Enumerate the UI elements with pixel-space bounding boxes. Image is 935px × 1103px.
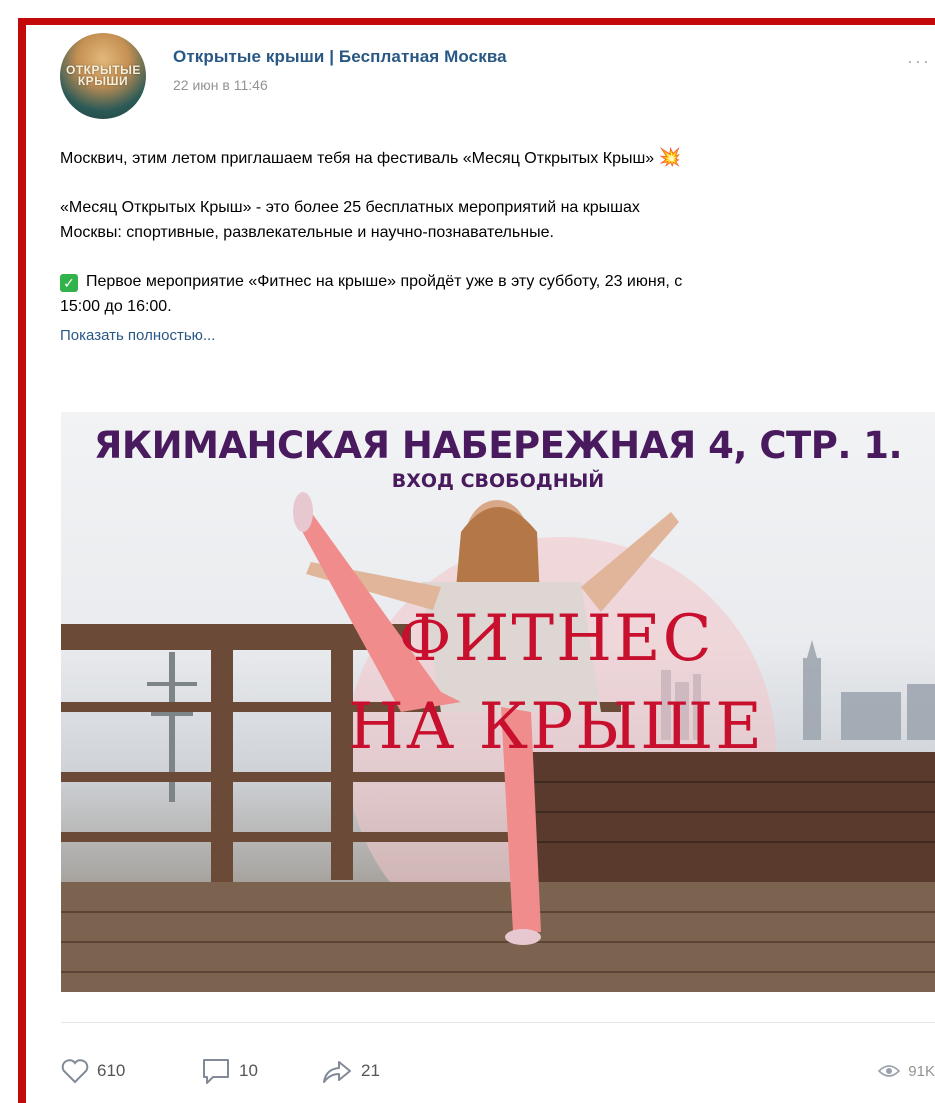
- red-frame-top: [18, 18, 935, 25]
- image-title-line2: НА КРЫШЕ: [348, 690, 764, 764]
- comment-icon: [203, 1059, 229, 1084]
- post-text-line: ✓ Первое мероприятие «Фитнес на крыше» пр…: [60, 269, 935, 294]
- post-text-line-3: Москвы: спортивные, развлекательные и на…: [60, 224, 554, 241]
- views-counter: 91K: [878, 1053, 935, 1089]
- share-icon: [323, 1061, 351, 1083]
- share-count: 21: [361, 1061, 380, 1080]
- divider: [61, 1022, 935, 1023]
- post-image[interactable]: ЯКИМАНСКАЯ НАБЕРЕЖНАЯ 4, СТР. 1. ВХОД СВ…: [61, 412, 935, 992]
- more-icon[interactable]: ···: [907, 51, 931, 72]
- views-count: 91K: [908, 1062, 935, 1080]
- post-text-line: Москвич, этим летом приглашаем тебя на ф…: [60, 145, 935, 171]
- image-subheadline: ВХОД СВОБОДНЫЙ: [391, 470, 605, 492]
- show-more-link[interactable]: Показать полностью...: [60, 323, 935, 348]
- image-headline: ЯКИМАНСКАЯ НАБЕРЕЖНАЯ 4, СТР. 1.: [93, 424, 903, 467]
- post-text-line-2: «Месяц Открытых Крыш» - это более 25 бес…: [60, 199, 640, 216]
- post-date[interactable]: 22 июн в 11:46: [173, 77, 268, 93]
- check-icon: ✓: [60, 274, 78, 292]
- avatar[interactable]: ОТКРЫТЫЕ КРЫШИ: [60, 33, 146, 119]
- post-text-line-5: 15:00 до 16:00.: [60, 298, 172, 315]
- comment-button[interactable]: 10: [201, 1053, 258, 1089]
- post-author-link[interactable]: Открытые крыши | Бесплатная Москва: [173, 47, 507, 67]
- boom-icon: 💥: [658, 147, 682, 167]
- comment-count: 10: [239, 1061, 258, 1080]
- red-frame-left: [18, 18, 26, 1103]
- post-actions: 610 10 21 91K: [61, 1053, 935, 1089]
- share-button[interactable]: 21: [321, 1053, 380, 1089]
- image-title-line1: ФИТНЕС: [398, 602, 714, 676]
- like-button[interactable]: 610: [61, 1053, 125, 1089]
- avatar-logo-text: ОТКРЫТЫЕ КРЫШИ: [66, 63, 141, 88]
- post-text: Москвич, этим летом приглашаем тебя на ф…: [60, 145, 935, 348]
- like-count: 610: [97, 1061, 126, 1080]
- post-text-line-4: Первое мероприятие «Фитнес на крыше» про…: [86, 273, 683, 290]
- eye-icon: [878, 1065, 901, 1077]
- heart-icon: [61, 1059, 89, 1084]
- post-text-line-1: Москвич, этим летом приглашаем тебя на ф…: [60, 150, 655, 167]
- post-card: ОТКРЫТЫЕ КРЫШИ Открытые крыши | Бесплатн…: [26, 25, 935, 1103]
